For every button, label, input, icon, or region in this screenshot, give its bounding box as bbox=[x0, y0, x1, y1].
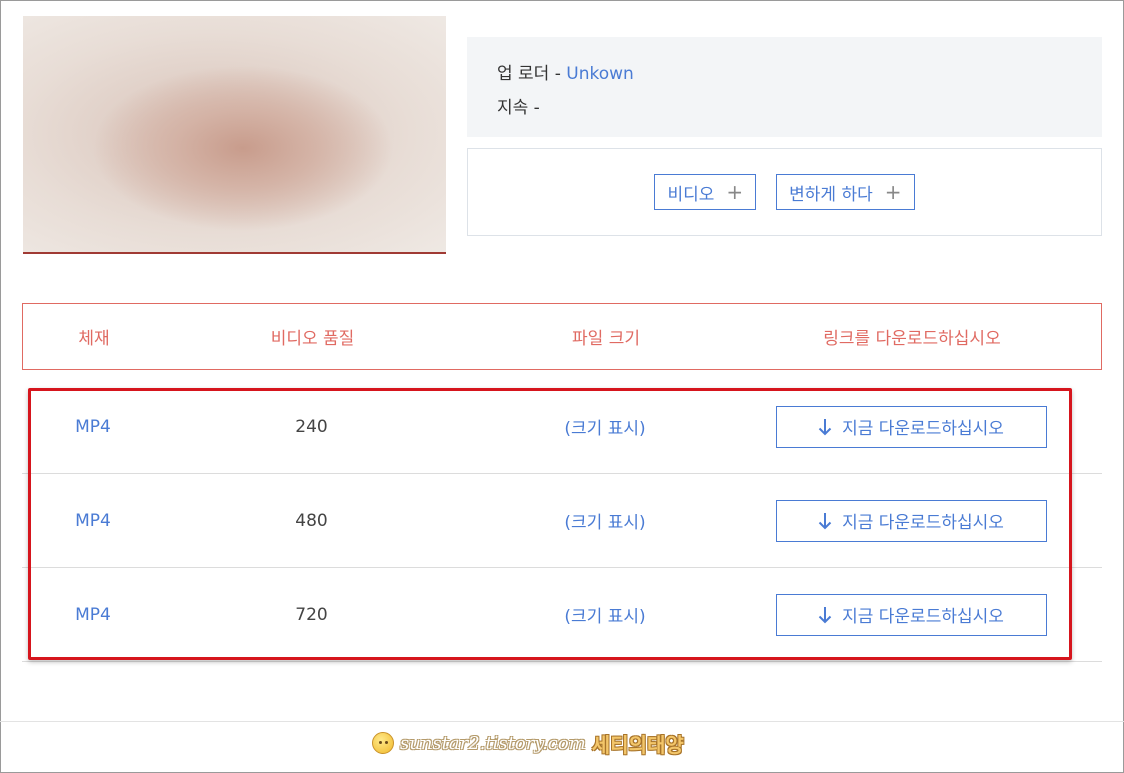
table-row: MP4 240 (크기 표시) 지금 다운로드하십시오 bbox=[22, 380, 1102, 474]
header-quality: 비디오 품질 bbox=[270, 329, 355, 349]
watermark-name: 세티의태양 bbox=[591, 732, 684, 757]
quality-cell: 240 bbox=[295, 416, 328, 437]
download-button-label: 지금 다운로드하십시오 bbox=[842, 419, 1004, 439]
uploader-line: 업 로더 - Unkown bbox=[497, 57, 1072, 91]
table-header: 체재 비디오 품질 파일 크기 링크를 다운로드하십시오 bbox=[22, 303, 1102, 370]
table-row: MP4 720 (크기 표시) 지금 다운로드하십시오 bbox=[22, 568, 1102, 662]
uploader-label: 업 로더 - bbox=[497, 64, 561, 84]
video-button-label: 비디오 bbox=[667, 184, 715, 205]
quality-cell: 720 bbox=[295, 604, 328, 625]
watermark: sunstar2.tistory.com 세티의태양 bbox=[372, 728, 684, 758]
uploader-value[interactable]: Unkown bbox=[566, 64, 634, 84]
download-button[interactable]: 지금 다운로드하십시오 bbox=[775, 405, 1047, 448]
download-table-body: MP4 240 (크기 표시) 지금 다운로드하십시오 MP4 480 (크기 … bbox=[22, 380, 1102, 662]
video-button[interactable]: 비디오 + bbox=[654, 174, 757, 210]
format-cell: MP4 bbox=[75, 604, 111, 625]
size-cell: (크기 표시) bbox=[564, 419, 646, 439]
header-download: 링크를 다운로드하십시오 bbox=[823, 329, 1001, 349]
size-cell: (크기 표시) bbox=[564, 607, 646, 627]
header-size: 파일 크기 bbox=[572, 329, 640, 349]
download-button-label: 지금 다운로드하십시오 bbox=[842, 607, 1004, 627]
download-button[interactable]: 지금 다운로드하십시오 bbox=[775, 593, 1047, 636]
download-cell: 지금 다운로드하십시오 bbox=[751, 593, 1071, 636]
watermark-url: sunstar2.tistory.com bbox=[400, 732, 586, 754]
arrow-down-icon bbox=[818, 606, 832, 623]
video-info-panel: 업 로더 - Unkown 지속 - bbox=[467, 37, 1102, 137]
download-button[interactable]: 지금 다운로드하십시오 bbox=[775, 499, 1047, 542]
quality-cell: 480 bbox=[295, 510, 328, 531]
plus-icon: + bbox=[884, 180, 902, 204]
duration-label: 지속 - bbox=[497, 98, 540, 118]
header-format: 체재 bbox=[78, 329, 110, 349]
convert-button[interactable]: 변하게 하다 + bbox=[776, 174, 915, 210]
download-cell: 지금 다운로드하십시오 bbox=[751, 499, 1071, 542]
smiley-face-icon bbox=[372, 732, 394, 754]
convert-button-label: 변하게 하다 bbox=[789, 184, 873, 205]
format-cell: MP4 bbox=[75, 416, 111, 437]
duration-line: 지속 - bbox=[497, 91, 1072, 125]
arrow-down-icon bbox=[818, 418, 832, 435]
footer-divider bbox=[0, 721, 1124, 722]
download-button-label: 지금 다운로드하십시오 bbox=[842, 513, 1004, 533]
convert-panel: 비디오 + 변하게 하다 + bbox=[467, 148, 1102, 236]
format-cell: MP4 bbox=[75, 510, 111, 531]
size-cell: (크기 표시) bbox=[564, 513, 646, 533]
video-thumbnail bbox=[23, 16, 446, 254]
arrow-down-icon bbox=[818, 512, 832, 529]
table-row: MP4 480 (크기 표시) 지금 다운로드하십시오 bbox=[22, 474, 1102, 568]
download-cell: 지금 다운로드하십시오 bbox=[751, 405, 1071, 448]
plus-icon: + bbox=[726, 180, 744, 204]
